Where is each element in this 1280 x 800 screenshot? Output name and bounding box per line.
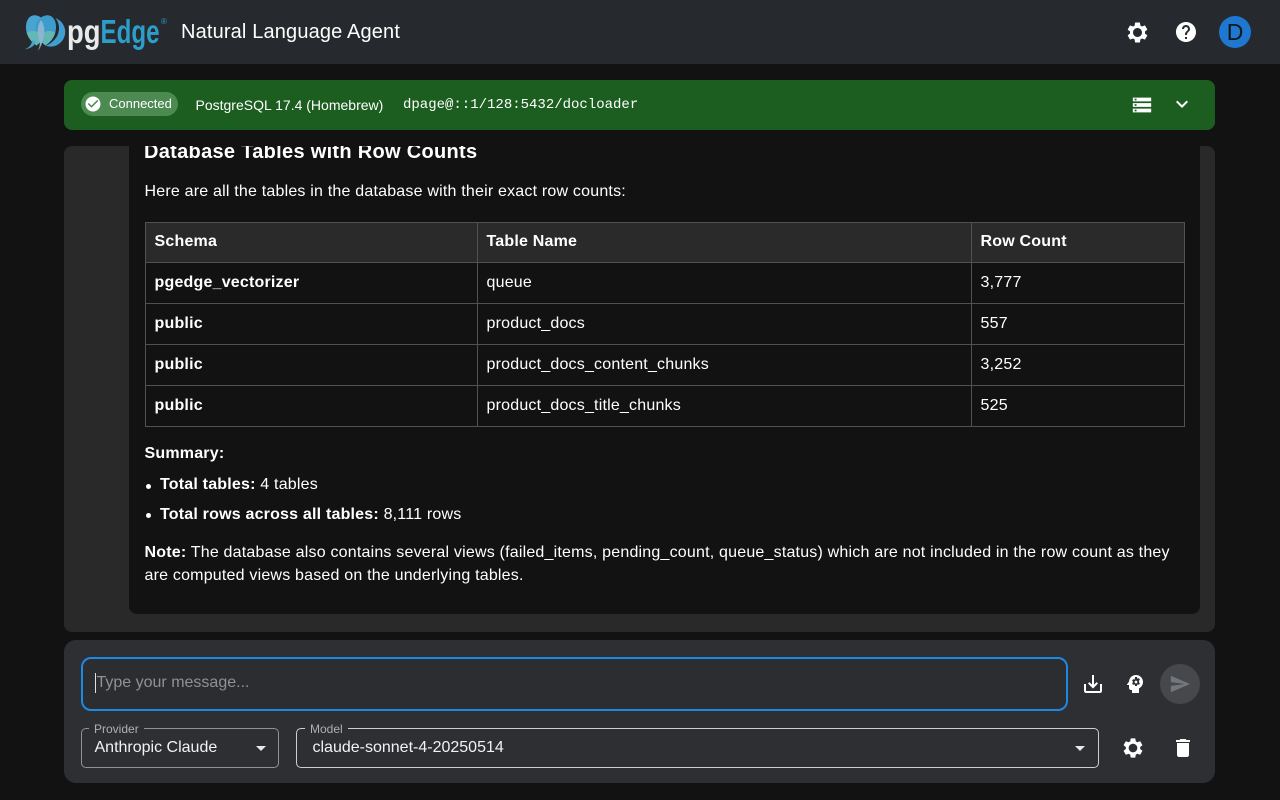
svg-text:Edge: Edge [101, 13, 160, 50]
svg-text:pg: pg [67, 13, 101, 50]
svg-text:®: ® [161, 17, 167, 26]
